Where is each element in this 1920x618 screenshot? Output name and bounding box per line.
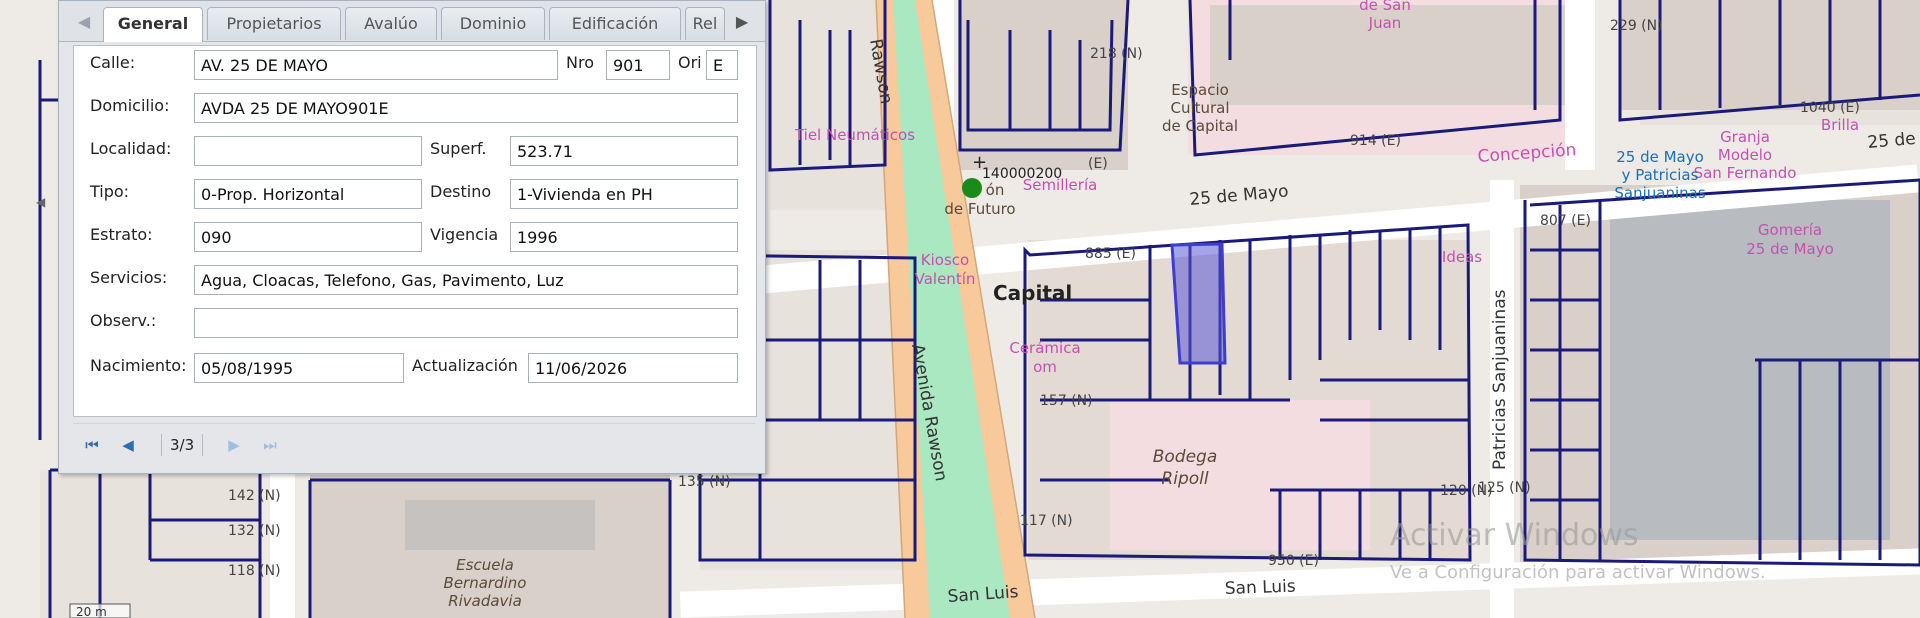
servicios-label: Servicios: (90, 268, 168, 287)
destino-label: Destino (430, 182, 492, 201)
poi-granja-2: Modelo (1718, 146, 1772, 164)
tab-bar: ◀ General Propietarios Avalúo Dominio Ed… (59, 1, 765, 42)
poi-espacio-3: de Capital (1162, 117, 1238, 135)
poi-escuela-2: Bernardino (444, 574, 527, 592)
tab-dominio[interactable]: Dominio (441, 7, 545, 40)
record-pager: ⏮ ◀ 3/3 ▶ ⏭ (73, 423, 755, 466)
scale-label: 20 m (76, 605, 107, 618)
poi-de-san: de San (1359, 0, 1411, 14)
observ-label: Observ.: (90, 311, 157, 330)
servicios-field[interactable]: Agua, Cloacas, Telefono, Gas, Pavimento,… (194, 265, 738, 295)
side-collapse-handle[interactable]: ◀ (36, 195, 46, 217)
nro-label: Nro (566, 53, 594, 72)
poi-ceramica-2: om (1033, 358, 1057, 376)
poi-escuela-3: Rivadavia (448, 592, 522, 610)
ori-field[interactable]: E (706, 50, 738, 80)
poi-mayo-patricias-1: 25 de Mayo (1616, 148, 1704, 166)
actualizacion-field[interactable]: 11/06/2026 (528, 353, 738, 383)
next-record-button[interactable]: ▶ (223, 434, 245, 456)
observ-field[interactable] (194, 308, 738, 338)
tab-scroll-right-button[interactable]: ▶ (731, 9, 753, 35)
domicilio-field[interactable]: AVDA 25 DE MAYO901E (194, 93, 738, 123)
nacimiento-label: Nacimiento: (90, 356, 187, 375)
house-number: 118 (N) (228, 563, 281, 579)
vigencia-field[interactable]: 1996 (510, 222, 738, 252)
house-number: 1040 (E) (1800, 100, 1860, 116)
poi-juan: Juan (1368, 14, 1402, 32)
crosshair-icon: + (972, 152, 987, 173)
house-number: 135 (N) (678, 474, 731, 490)
tipo-field[interactable]: 0-Prop. Horizontal (194, 179, 422, 209)
estrato-label: Estrato: (90, 225, 153, 244)
house-number: 132 (N) (228, 523, 281, 539)
poi-kiosco-2: Valentín (915, 270, 976, 288)
poi-brilla: Brilla (1821, 116, 1859, 134)
selected-parcel (1170, 242, 1227, 365)
house-number: 218 (N) (1090, 46, 1143, 62)
localidad-field[interactable] (194, 136, 422, 166)
first-record-button[interactable]: ⏮ (81, 434, 103, 456)
tab-propietarios[interactable]: Propietarios (207, 7, 341, 40)
superf-label: Superf. (430, 139, 487, 158)
poi-futuro-1: ón (986, 181, 1005, 199)
nacimiento-field[interactable]: 05/08/1995 (194, 353, 404, 383)
destino-field[interactable]: 1-Vivienda en PH (510, 179, 738, 209)
estrato-field[interactable]: 090 (194, 222, 422, 252)
house-number: 117 (N) (1020, 513, 1073, 529)
tab-rel[interactable]: Rel (685, 7, 725, 40)
localidad-label: Localidad: (90, 139, 172, 158)
ori-label: Ori (678, 53, 702, 72)
poi-tiel: Tiel Neumáticos (794, 126, 915, 144)
street-label-patricias: Patricias Sanjuaninas (1490, 289, 1510, 470)
windows-watermark-sub: Ve a Configuración para activar Windows. (1390, 562, 1766, 583)
domicilio-label: Domicilio: (90, 96, 170, 115)
nro-field[interactable]: 901 (606, 50, 670, 80)
house-number: 885 (E) (1085, 246, 1136, 262)
last-record-button[interactable]: ⏭ (259, 434, 281, 456)
house-number: 125 (N) (1478, 480, 1531, 496)
poi-kiosco-1: Kiosco (921, 251, 969, 269)
poi-gomeria-1: Gomería (1758, 221, 1822, 239)
house-number: 950 (E) (1268, 553, 1319, 569)
page-info: 3/3 (161, 434, 204, 456)
poi-capital: Capital (993, 281, 1072, 305)
tab-scroll-left-button[interactable]: ◀ (73, 9, 95, 35)
vigencia-label: Vigencia (430, 225, 499, 244)
location-marker-icon[interactable] (962, 178, 982, 198)
poi-granja-1: Granja (1720, 128, 1770, 146)
poi-bodega-2: Ripoll (1161, 469, 1208, 489)
windows-watermark-title: Activar Windows (1390, 518, 1639, 553)
poi-espacio-2: Cultural (1170, 99, 1229, 117)
house-number: 157 (N) (1040, 393, 1093, 409)
poi-bodega-1: Bodega (1153, 447, 1218, 467)
tab-general[interactable]: General (103, 7, 203, 42)
poi-gomeria-2: 25 de Mayo (1746, 240, 1834, 258)
actualizacion-label: Actualización (412, 356, 518, 375)
calle-field[interactable]: AV. 25 DE MAYO (194, 50, 558, 80)
house-number: 142 (N) (228, 488, 281, 504)
house-number: 229 (N) (1610, 18, 1663, 34)
tipo-label: Tipo: (90, 182, 130, 201)
poi-ceramica-1: Cerámica (1009, 339, 1080, 357)
poi-mayo-patricias-3: Sanjuaninas (1614, 184, 1705, 202)
poi-ideas: Ideas (1442, 248, 1482, 266)
superf-field[interactable]: 523.71 (510, 136, 738, 166)
poi-granja-3: San Fernando (1694, 164, 1797, 182)
calle-label: Calle: (90, 53, 136, 72)
poi-espacio-1: Espacio (1171, 81, 1229, 99)
tab-edificacion[interactable]: Edificación (549, 7, 681, 40)
house-number: (E) (1088, 156, 1108, 172)
house-number: 807 (E) (1540, 213, 1591, 229)
street-label-25-de-right: 25 de (1867, 129, 1917, 153)
house-number: 914 (E) (1350, 133, 1401, 149)
tab-avaluo[interactable]: Avalúo (345, 7, 437, 40)
general-form: Calle: AV. 25 DE MAYO Nro 901 Ori E Domi… (73, 45, 757, 417)
street-label-san-luis-b: San Luis (1224, 577, 1296, 599)
poi-mayo-patricias-2: y Patricias (1622, 166, 1699, 184)
poi-futuro-2: de Futuro (944, 200, 1015, 218)
parcel-code: 140000200 (982, 166, 1062, 182)
prev-record-button[interactable]: ◀ (117, 434, 139, 456)
poi-escuela-1: Escuela (456, 556, 514, 574)
parcel-info-panel: ◀ General Propietarios Avalúo Dominio Ed… (58, 0, 766, 474)
